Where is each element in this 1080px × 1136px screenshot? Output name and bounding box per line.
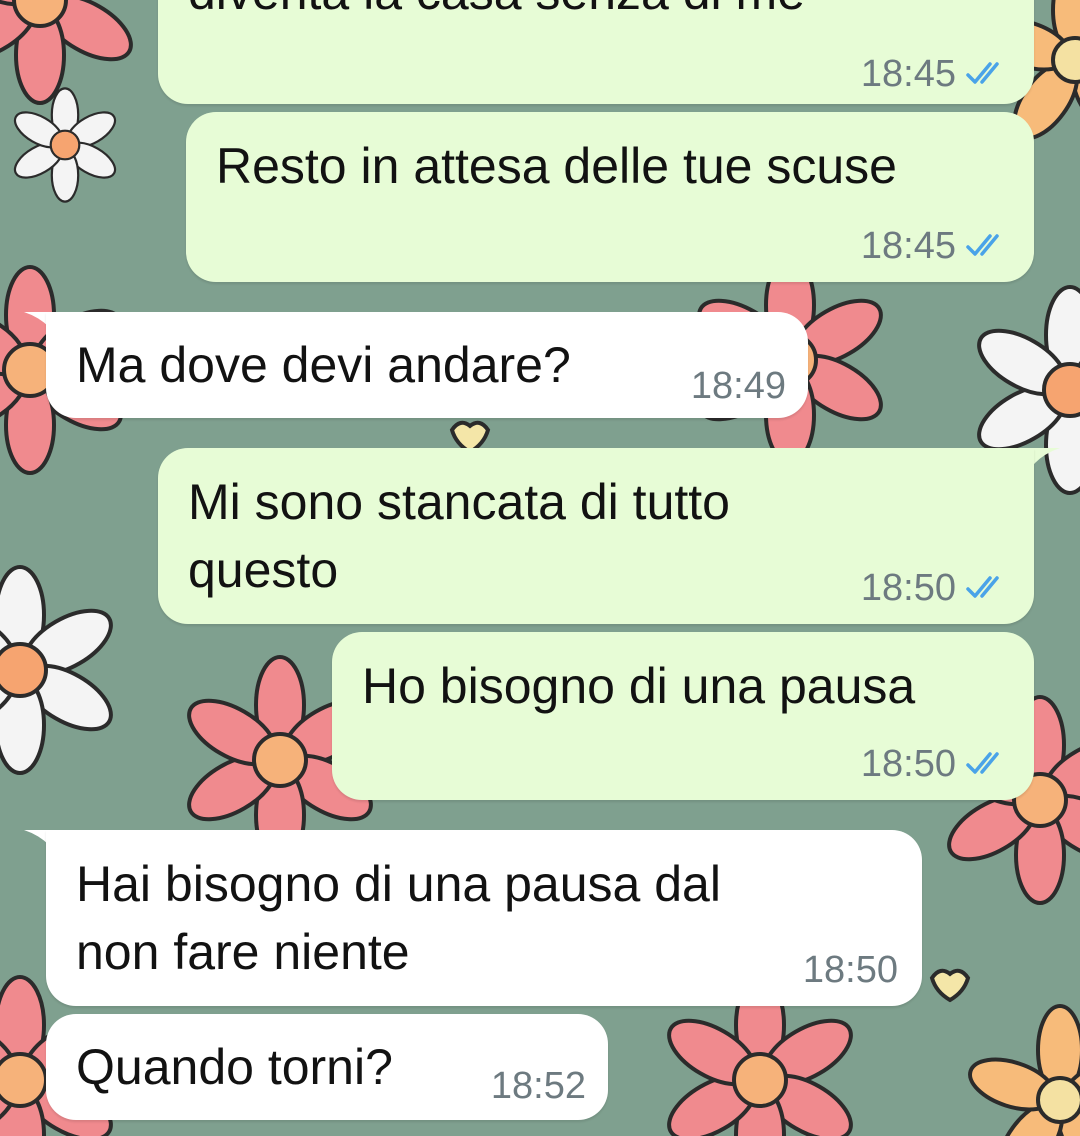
double-check-read-icon — [966, 62, 999, 84]
message-meta: 18:50 — [861, 744, 1006, 784]
message-text: Ma dove devi andare? — [76, 337, 571, 393]
double-check-read-icon — [966, 234, 999, 256]
message-text: Ho bisogno di una pausa — [362, 658, 916, 714]
message-bubble-outgoing[interactable]: Resto in attesa delle tue scuse 18:45 — [186, 112, 1034, 282]
message-time: 18:45 — [860, 53, 956, 95]
message-time: 18:50 — [802, 949, 898, 991]
message-meta: 18:45 — [861, 226, 1006, 266]
message-time: 18:49 — [690, 365, 786, 407]
message-time: 18:50 — [860, 743, 956, 785]
message-bubble-incoming[interactable]: Hai bisogno di una pausa dal non fare ni… — [46, 830, 922, 1006]
message-bubble-outgoing[interactable]: Mi sono stancata di tutto questo 18:50 — [158, 448, 1034, 624]
message-meta: 18:50 — [861, 568, 1006, 608]
double-check-read-icon — [966, 752, 999, 774]
message-meta: 18:45 — [861, 54, 1006, 94]
message-text-line: Mi sono stancata di tutto — [188, 474, 730, 530]
message-bubble-outgoing[interactable]: Ho bisogno di una pausa 18:50 — [332, 632, 1034, 800]
message-bubble-outgoing[interactable]: diventa la casa senza di me 18:45 — [158, 0, 1034, 104]
message-text-line: Hai bisogno di una pausa dal — [76, 856, 721, 912]
message-text-line: questo — [188, 542, 339, 598]
message-bubble-incoming[interactable]: Quando torni? 18:52 — [46, 1014, 608, 1120]
double-check-read-icon — [966, 576, 999, 598]
message-time: 18:50 — [860, 567, 956, 609]
message-bubble-incoming[interactable]: Ma dove devi andare? 18:49 — [46, 312, 808, 418]
message-time: 18:52 — [490, 1065, 586, 1107]
message-meta: 18:52 — [491, 1066, 586, 1106]
message-text: Resto in attesa delle tue scuse — [216, 138, 897, 194]
message-time: 18:45 — [860, 225, 956, 267]
message-text: diventa la casa senza di me — [188, 0, 805, 26]
message-text-line: non fare niente — [76, 924, 410, 980]
message-text: Quando torni? — [76, 1039, 393, 1095]
message-meta: 18:50 — [803, 950, 898, 990]
message-meta: 18:49 — [691, 366, 786, 406]
